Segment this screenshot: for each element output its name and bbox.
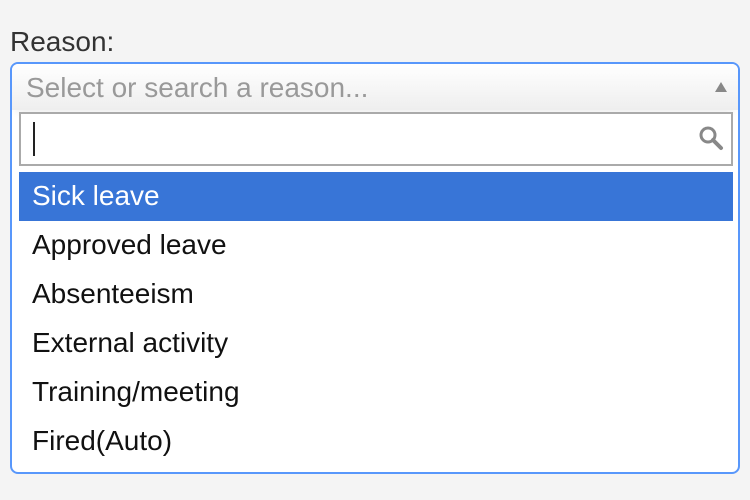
option-fired-auto[interactable]: Fired(Auto) bbox=[19, 417, 733, 466]
reason-select[interactable]: Select or search a reason... Sick leave … bbox=[10, 62, 740, 474]
option-absenteeism[interactable]: Absenteeism bbox=[19, 270, 733, 319]
search-field[interactable] bbox=[19, 112, 733, 166]
arrow-up-icon[interactable] bbox=[715, 82, 727, 92]
reason-label: Reason: bbox=[10, 26, 115, 57]
select-toggle[interactable]: Select or search a reason... bbox=[12, 64, 738, 110]
search-input[interactable] bbox=[21, 114, 681, 164]
options-list: Sick leave Approved leave Absenteeism Ex… bbox=[19, 172, 733, 466]
option-approved-leave[interactable]: Approved leave bbox=[19, 221, 733, 270]
option-training-meeting[interactable]: Training/meeting bbox=[19, 368, 733, 417]
option-sick-leave[interactable]: Sick leave bbox=[19, 172, 733, 221]
search-icon bbox=[699, 126, 723, 150]
select-placeholder: Select or search a reason... bbox=[26, 72, 369, 103]
option-external-activity[interactable]: External activity bbox=[19, 319, 733, 368]
text-caret bbox=[33, 122, 35, 156]
